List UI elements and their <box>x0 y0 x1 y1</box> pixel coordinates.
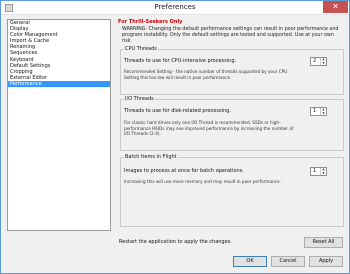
down-arrow-icon[interactable]: ▼ <box>322 111 324 115</box>
cpu-threads-title: CPU Threads <box>124 46 158 53</box>
batch-items-label: Images to process at once for batch oper… <box>124 168 244 174</box>
io-threads-label: Threads to use for disk-related processi… <box>124 108 231 114</box>
apply-button[interactable]: Apply <box>309 256 343 267</box>
performance-panel: For Thrill-Seekers Only WARNING: Changin… <box>116 17 344 232</box>
down-arrow-icon[interactable]: ▼ <box>322 171 324 175</box>
cancel-button[interactable]: Cancel <box>271 256 305 267</box>
cpu-threads-group: CPU Threads Threads to use for CPU-inten… <box>120 46 344 95</box>
close-button[interactable]: ✕ <box>323 1 348 13</box>
preferences-window: Preferences ✕ General Display Color Mana… <box>0 0 350 274</box>
reset-all-button[interactable]: Reset All <box>304 237 343 248</box>
io-threads-stepper[interactable]: 1 ▲ ▼ <box>310 107 327 116</box>
batch-items-value: 1 <box>313 168 317 174</box>
batch-items-note: Increasing this will use more memory and… <box>124 179 281 184</box>
window-title: Preferences <box>154 3 196 11</box>
io-threads-group: I/O Threads Threads to use for disk-rela… <box>120 96 344 151</box>
batch-items-title: Batch Items in Flight <box>124 154 178 161</box>
section-heading: For Thrill-Seekers Only <box>118 19 183 25</box>
cpu-threads-stepper[interactable]: 2 ▲ ▼ <box>310 57 327 66</box>
cpu-threads-note: Recommended Setting - the native number … <box>124 69 289 80</box>
restart-note: Restart the application to apply the cha… <box>119 239 232 245</box>
batch-items-group: Batch Items in Flight Images to process … <box>120 154 344 227</box>
cpu-threads-label: Threads to use for CPU-intensive process… <box>124 58 237 64</box>
cpu-threads-value: 2 <box>313 58 317 64</box>
io-threads-title: I/O Threads <box>124 96 155 103</box>
title-bar[interactable]: Preferences ✕ <box>1 1 349 15</box>
io-threads-value: 1 <box>313 108 317 114</box>
batch-items-stepper[interactable]: 1 ▲ ▼ <box>310 167 327 176</box>
io-threads-note: For classic hard drives only one I/O Thr… <box>124 120 294 136</box>
spin-arrows-icon[interactable]: ▲ ▼ <box>320 107 326 115</box>
spin-arrows-icon[interactable]: ▲ ▼ <box>320 167 326 175</box>
category-list[interactable]: General Display Color Management Import … <box>7 19 111 231</box>
ok-button[interactable]: OK <box>233 256 267 267</box>
spin-arrows-icon[interactable]: ▲ ▼ <box>320 57 326 65</box>
down-arrow-icon[interactable]: ▼ <box>322 61 324 65</box>
sidebar-item-performance[interactable]: Performance <box>8 80 110 88</box>
warning-text: WARNING: Changing the default performanc… <box>122 27 339 44</box>
